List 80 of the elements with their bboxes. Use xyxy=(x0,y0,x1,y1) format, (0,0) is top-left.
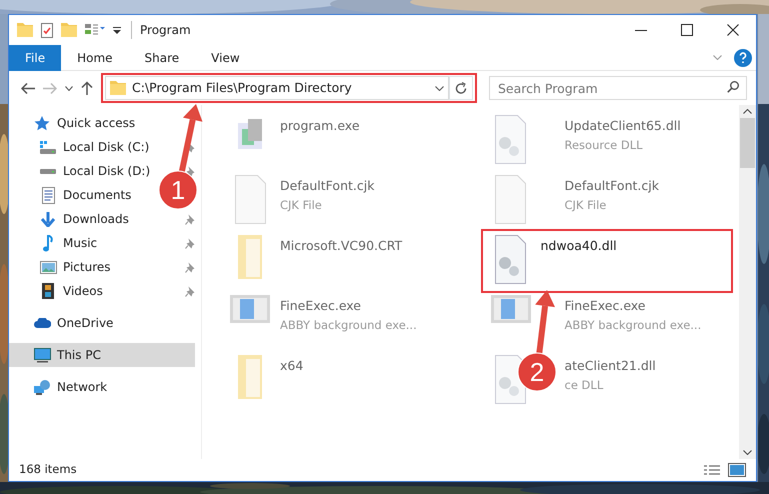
nav-item[interactable]: Documents xyxy=(9,183,136,207)
ribbon-tab[interactable]: Home xyxy=(61,44,129,70)
file-name: Microsoft.VC90.CRT xyxy=(280,237,402,255)
file-icon xyxy=(495,175,526,224)
file-name: ndwoa40.dll xyxy=(540,237,617,255)
scrollbar[interactable] xyxy=(739,105,756,459)
scroll-thumb[interactable] xyxy=(740,118,755,168)
file-name: FineExec.exe xyxy=(564,297,646,315)
file-icon xyxy=(234,175,266,224)
back-icon[interactable] xyxy=(21,82,35,94)
dropdown-icon[interactable] xyxy=(435,86,444,90)
nav-item[interactable]: Videos xyxy=(9,279,107,303)
details-view-icon[interactable] xyxy=(704,465,720,475)
download-icon xyxy=(40,212,56,226)
refresh-button[interactable] xyxy=(449,76,473,100)
picture-icon xyxy=(40,260,56,274)
dropdown-icon xyxy=(113,26,121,34)
help-icon[interactable] xyxy=(734,48,752,66)
ribbon-tab[interactable]: File xyxy=(9,44,62,70)
network-icon xyxy=(34,380,50,394)
cloud-icon xyxy=(34,318,50,328)
window-icon xyxy=(230,295,270,323)
file-name: DefaultFont.cjk xyxy=(564,177,659,195)
properties-icon xyxy=(41,22,53,38)
nav-item[interactable]: Downloads xyxy=(9,207,133,231)
nav-item[interactable]: This PC xyxy=(9,343,195,367)
file-type: CJK File xyxy=(280,196,323,214)
nav-item[interactable]: Pictures xyxy=(9,255,115,279)
ribbon-tab[interactable]: View xyxy=(195,44,256,70)
large-icons-view-icon[interactable] xyxy=(728,463,746,477)
nav-item[interactable]: OneDrive xyxy=(9,311,118,335)
file-name: FineExec.exe xyxy=(280,297,362,315)
folder-icon xyxy=(238,355,262,399)
file-type: Resource DLL xyxy=(564,136,644,154)
scroll-up-icon[interactable] xyxy=(743,109,752,114)
file-type: ce DLL xyxy=(564,376,604,394)
file-type: ABBY background exe... xyxy=(280,316,417,334)
folder-icon xyxy=(110,81,126,95)
folder-icon xyxy=(238,235,262,279)
close-icon xyxy=(727,24,739,36)
file-name: DefaultFont.cjk xyxy=(280,177,374,195)
folder-icon xyxy=(17,23,33,37)
file-item[interactable]: ndwoa40.dll xyxy=(482,231,731,291)
new-folder-icon xyxy=(61,23,77,37)
maximize-icon xyxy=(681,24,693,36)
gear-file-icon xyxy=(495,115,526,164)
scroll-down-icon[interactable] xyxy=(743,450,752,455)
address-field[interactable]: C:\Program Files\Program Directory xyxy=(105,76,449,100)
window-title: Program xyxy=(140,22,191,39)
item-count: 168 items xyxy=(19,461,77,478)
up-icon[interactable] xyxy=(81,81,93,95)
file-name: x64 xyxy=(280,357,304,375)
nav-item[interactable]: Network xyxy=(9,375,112,399)
callout-badge: 1 xyxy=(158,170,198,210)
file-name: ateClient21.dll xyxy=(564,357,656,375)
view-menu-icon xyxy=(85,24,105,36)
nav-item[interactable]: Local Disk (D:) xyxy=(9,159,154,183)
nav-item[interactable]: Quick access xyxy=(9,111,140,135)
recent-locations-icon[interactable] xyxy=(65,86,73,90)
search-icon xyxy=(727,81,739,93)
music-note-icon xyxy=(43,234,53,252)
window-icon xyxy=(490,295,530,323)
nav-item[interactable]: Music xyxy=(9,231,102,255)
document-icon xyxy=(42,186,54,204)
film-icon xyxy=(42,283,54,299)
file-name: UpdateClient65.dll xyxy=(564,117,681,135)
ribbon-tab[interactable]: Share xyxy=(128,44,196,70)
file-type: CJK File xyxy=(564,196,608,214)
callout-badge: 2 xyxy=(518,352,556,392)
file-name: program.exe xyxy=(280,117,360,135)
star-icon xyxy=(34,116,50,130)
gear-file-icon xyxy=(495,235,526,284)
search-field[interactable]: Search Program xyxy=(489,76,747,100)
computer-icon xyxy=(34,348,50,362)
nav-item[interactable]: Local Disk (C:) xyxy=(9,135,154,159)
drive-icon xyxy=(40,140,56,154)
file-type: ABBY background exe... xyxy=(564,316,702,334)
expand-ribbon-icon[interactable] xyxy=(713,55,722,60)
refresh-icon xyxy=(455,82,467,94)
drive-icon xyxy=(40,168,56,174)
